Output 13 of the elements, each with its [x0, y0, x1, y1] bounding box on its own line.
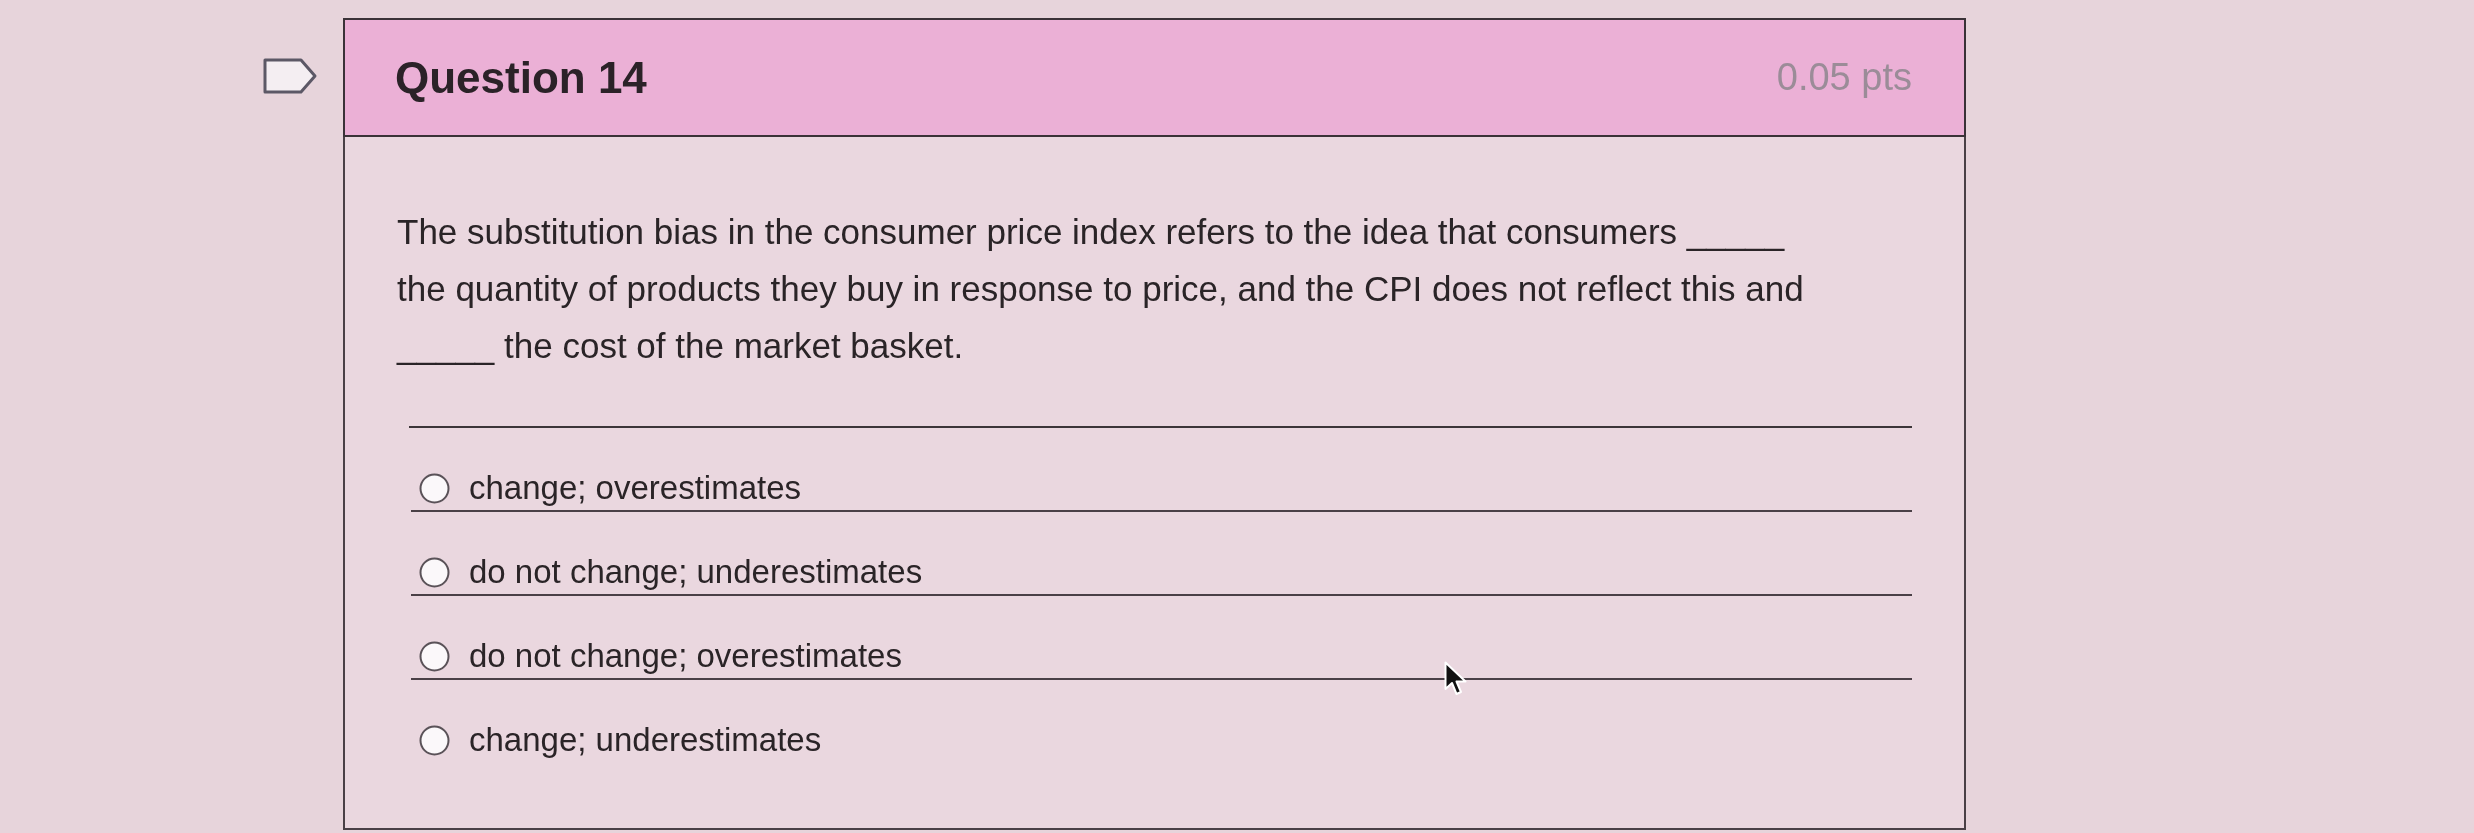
mouse-cursor-icon — [1444, 661, 1468, 697]
radio-button[interactable] — [419, 640, 450, 672]
radio-button[interactable] — [419, 472, 450, 504]
radio-button[interactable] — [419, 556, 450, 588]
answer-label[interactable]: do not change; underestimates — [469, 552, 923, 592]
answer-label[interactable]: change; underestimates — [469, 720, 822, 760]
points-value: 0.05 pts — [1776, 56, 1912, 99]
answer-label[interactable]: do not change; overestimates — [469, 636, 902, 676]
tag-icon[interactable] — [263, 58, 317, 94]
answer-label[interactable]: change; overestimates — [469, 468, 801, 508]
radio-button[interactable] — [419, 724, 450, 756]
question-text: The substitution bias in the consumer price index refers to the idea that consumers _____ the quantity of products they buy in response to price, and the CPI does not reflect this and _____ the cost of the market basket. — [397, 211, 1805, 367]
question-title: Question 14 — [395, 52, 647, 103]
